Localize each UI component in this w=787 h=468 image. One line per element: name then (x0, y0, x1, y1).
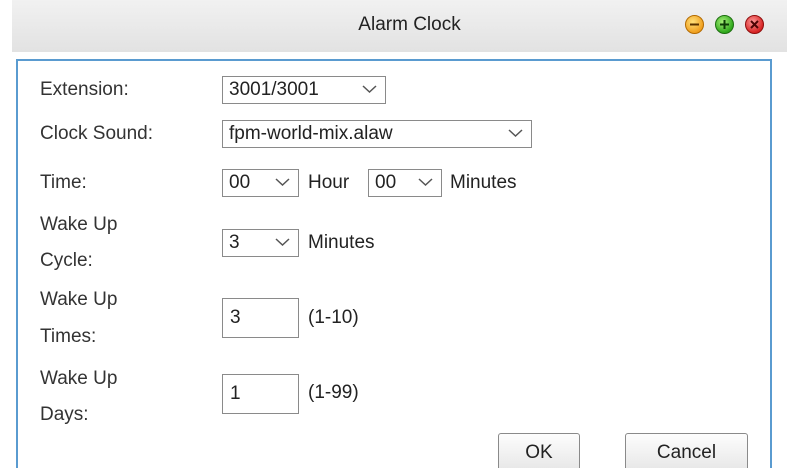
cancel-button[interactable]: Cancel (625, 433, 748, 468)
wake-up-days-label-line1: Wake Up (40, 368, 118, 389)
extension-label: Extension: (40, 79, 129, 100)
maximize-icon (720, 20, 729, 29)
alarm-clock-window: Alarm Clock Extension: 3001/3001 Clock S… (0, 0, 787, 468)
maximize-button[interactable] (715, 15, 734, 34)
wake-up-times-input[interactable]: 3 (222, 298, 299, 338)
time-label: Time: (40, 172, 87, 193)
hour-select[interactable]: 00 (222, 169, 299, 197)
minimize-button[interactable] (685, 15, 704, 34)
wake-up-times-label-line2: Times: (40, 326, 97, 347)
wake-up-times-range-label: (1-10) (308, 307, 359, 328)
clock-sound-select-value: fpm-world-mix.alaw (229, 123, 393, 144)
clock-sound-select[interactable]: fpm-world-mix.alaw (222, 120, 532, 148)
chevron-down-icon (508, 129, 523, 138)
wake-up-days-input[interactable]: 1 (222, 374, 299, 414)
wake-up-cycle-select[interactable]: 3 (222, 229, 299, 257)
chevron-down-icon (275, 238, 290, 247)
extension-select[interactable]: 3001/3001 (222, 76, 386, 104)
window-title: Alarm Clock (358, 14, 461, 35)
clock-sound-label: Clock Sound: (40, 123, 154, 144)
minute-unit-label: Minutes (450, 172, 517, 193)
wake-up-cycle-select-value: 3 (229, 232, 240, 253)
wake-up-cycle-label-line1: Wake Up (40, 214, 118, 235)
wake-up-days-label-line2: Days: (40, 404, 89, 425)
chevron-down-icon (418, 178, 433, 187)
wake-up-days-range-label: (1-99) (308, 382, 359, 403)
hour-unit-label: Hour (308, 172, 350, 193)
ok-button[interactable]: OK (498, 433, 580, 468)
chevron-down-icon (275, 178, 290, 187)
wake-up-cycle-label-line2: Cycle: (40, 250, 93, 271)
wake-up-cycle-unit-label: Minutes (308, 232, 375, 253)
hour-select-value: 00 (229, 172, 251, 193)
close-button[interactable] (745, 15, 764, 34)
chevron-down-icon (362, 85, 377, 94)
minimize-icon (690, 23, 699, 26)
minute-select-value: 00 (375, 172, 397, 193)
wake-up-times-label-line1: Wake Up (40, 289, 118, 310)
close-icon (750, 20, 759, 29)
minute-select[interactable]: 00 (368, 169, 442, 197)
title-bar[interactable]: Alarm Clock (12, 0, 787, 52)
extension-select-value: 3001/3001 (229, 79, 319, 100)
